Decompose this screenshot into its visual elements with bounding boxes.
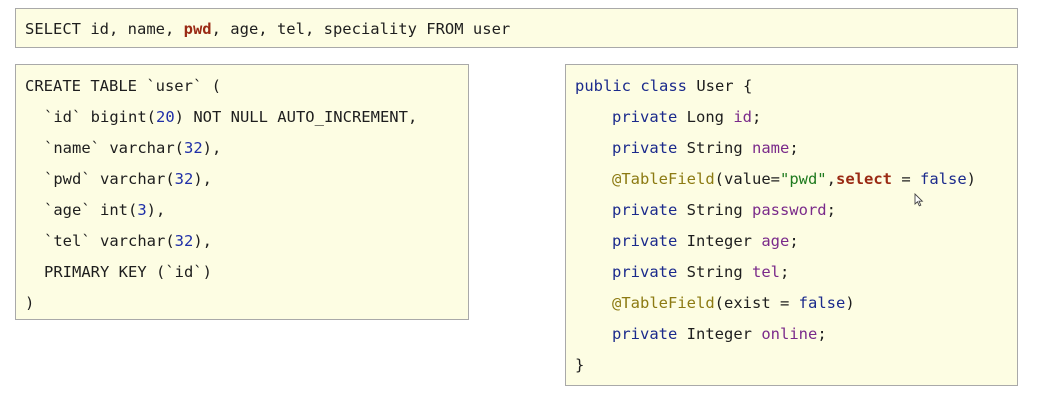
java-field-id: private Long id; (612, 107, 761, 127)
java-field-online: private Integer online; (612, 324, 827, 344)
ddl-text: `age` int( (44, 201, 138, 219)
ddl-number: 3 (137, 201, 147, 219)
java-semicolon: ; (826, 201, 836, 219)
java-keyword: private (612, 108, 678, 126)
ddl-number: 20 (155, 108, 175, 126)
java-text: (exist = (714, 294, 799, 312)
java-field-name: id (733, 108, 752, 126)
java-text: = (892, 170, 920, 188)
java-annotation-tablefield-exist: @TableField(exist = false) (612, 293, 855, 313)
java-keyword: private (612, 263, 678, 281)
ddl-line-tel: `tel` varchar(32), (44, 231, 212, 251)
java-semicolon: ; (752, 108, 762, 126)
ddl-line-primary-key: PRIMARY KEY (`id`) (44, 262, 212, 282)
ddl-text: PRIMARY KEY (`id`) (44, 263, 212, 281)
java-annotation-tablefield-select: @TableField(value="pwd",select = false) (612, 169, 976, 189)
java-annotation: @TableField (612, 170, 715, 188)
java-field-password: private String password; (612, 200, 836, 220)
java-field-age: private Integer age; (612, 231, 799, 251)
java-class-name: User { (686, 77, 753, 95)
java-keyword: false (920, 170, 967, 188)
java-semicolon: ; (779, 263, 790, 281)
java-field-name: password (751, 201, 827, 219)
java-field-name: name (751, 139, 790, 157)
ddl-text: `pwd` varchar( (44, 170, 175, 188)
sql-prefix: SELECT id, name, (25, 20, 184, 38)
ddl-number: 32 (174, 170, 194, 188)
ddl-number: 32 (174, 232, 194, 250)
create-table-panel: CREATE TABLE `user` ( `id` bigint(20) NO… (15, 64, 469, 320)
ddl-text: ), (146, 201, 166, 219)
ddl-text: `name` varchar( (44, 139, 184, 157)
java-text: , (826, 170, 836, 188)
ddl-number: 32 (183, 139, 203, 157)
java-type: Integer (677, 325, 762, 343)
java-type: String (677, 139, 752, 157)
java-type: Integer (677, 232, 762, 250)
java-field-tel: private String tel; (612, 262, 789, 282)
java-field-name: online (761, 325, 818, 343)
java-text: ) (845, 294, 855, 312)
java-select-attribute: select (836, 170, 892, 188)
java-class-close: } (575, 355, 584, 375)
java-keyword: private (612, 139, 678, 157)
java-field-name: private String name; (612, 138, 799, 158)
sql-suffix: , age, tel, speciality FROM user (211, 20, 511, 38)
java-string: "pwd" (779, 170, 827, 188)
java-text: (value= (714, 170, 780, 188)
java-text: ) (966, 170, 977, 188)
java-type: Long (677, 108, 734, 126)
mouse-cursor-icon (914, 193, 924, 207)
java-class-declaration: public class User { (575, 76, 752, 96)
java-semicolon: ; (817, 325, 827, 343)
sql-highlight-pwd: pwd (183, 20, 212, 38)
java-keyword: private (612, 232, 678, 250)
java-keyword: false (798, 294, 846, 312)
sql-query-panel: SELECT id, name, pwd, age, tel, speciali… (15, 8, 1018, 48)
java-semicolon: ; (789, 232, 799, 250)
ddl-line-name: `name` varchar(32), (44, 138, 221, 158)
java-field-name: age (761, 232, 790, 250)
ddl-text: ), (193, 170, 212, 188)
java-keyword: private (612, 325, 678, 343)
java-type: String (677, 201, 752, 219)
ddl-text: CREATE TABLE `user` ( (25, 77, 221, 95)
java-keyword: private (612, 201, 678, 219)
ddl-text: ), (193, 232, 212, 250)
java-text: } (575, 356, 585, 374)
ddl-line-pwd: `pwd` varchar(32), (44, 169, 212, 189)
ddl-text: `tel` varchar( (44, 232, 175, 250)
ddl-text: ) NOT NULL AUTO_INCREMENT, (174, 108, 418, 126)
ddl-line-id: `id` bigint(20) NOT NULL AUTO_INCREMENT, (44, 107, 417, 127)
java-annotation: @TableField (612, 294, 715, 312)
java-field-name: tel (751, 263, 780, 281)
sql-query-line: SELECT id, name, pwd, age, tel, speciali… (25, 19, 510, 39)
java-semicolon: ; (789, 139, 799, 157)
java-type: String (677, 263, 752, 281)
ddl-text: ) (25, 294, 35, 312)
ddl-line-create: CREATE TABLE `user` ( (25, 76, 221, 96)
java-keyword: public class (575, 77, 687, 95)
java-class-panel: public class User { private Long id; pri… (565, 64, 1018, 386)
ddl-line-close: ) (25, 293, 34, 313)
ddl-text: `id` bigint( (44, 108, 156, 126)
ddl-text: ), (202, 139, 222, 157)
ddl-line-age: `age` int(3), (44, 200, 165, 220)
